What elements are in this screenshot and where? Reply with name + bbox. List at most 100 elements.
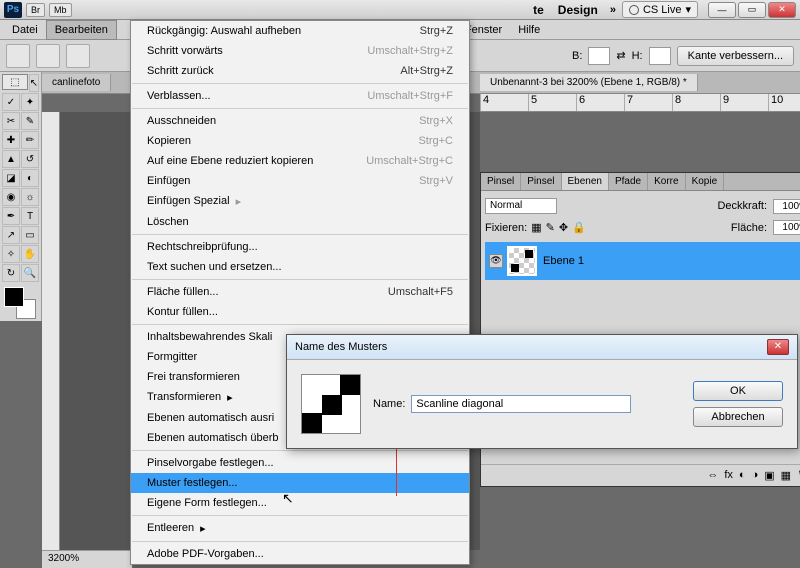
gradient-tool[interactable]: ◐ (21, 169, 39, 187)
dialog-close-button[interactable]: ✕ (767, 339, 789, 355)
menu-pdf-presets[interactable]: Adobe PDF-Vorgaben... (131, 544, 469, 564)
doc-tab-1[interactable]: canlinefoto (42, 74, 111, 91)
mask-icon[interactable]: ◐ (739, 469, 746, 482)
zoom-status[interactable]: 3200% (42, 550, 132, 568)
eraser-tool[interactable]: ◪ (2, 169, 20, 187)
visibility-icon[interactable]: 👁 (489, 254, 503, 268)
swap-icon[interactable]: ⇄ (616, 49, 625, 62)
menu-delete[interactable]: Löschen (131, 212, 469, 232)
height-input[interactable] (649, 47, 671, 65)
more-workspaces[interactable]: » (606, 4, 620, 16)
layers-panel-footer: ⇔ fx ◐ ◑ ▣ ▦ 🗑 (481, 464, 800, 486)
minimize-button[interactable]: — (708, 2, 736, 18)
zoom-tool[interactable]: 🔍 (21, 264, 39, 282)
tab-paths[interactable]: Pfade (609, 173, 648, 190)
cancel-button[interactable]: Abbrechen (693, 407, 783, 427)
dialog-title: Name des Musters (295, 341, 387, 353)
menu-help[interactable]: Hilfe (510, 21, 548, 39)
history-brush-tool[interactable]: ↺ (21, 150, 39, 168)
wand-tool[interactable]: ✦ (21, 93, 39, 111)
tab-brush2[interactable]: Pinsel (521, 173, 561, 190)
shape-tool[interactable]: ▭ (21, 226, 39, 244)
group-icon[interactable]: ▣ (764, 469, 774, 482)
menu-step-backward[interactable]: Schritt zurückAlt+Strg+Z (131, 61, 469, 81)
crop-tool[interactable]: ✂ (2, 112, 20, 130)
pattern-name-input[interactable] (411, 395, 631, 413)
tool-preset-icon[interactable] (6, 44, 30, 68)
menu-purge[interactable]: Entleeren (131, 518, 469, 539)
doc-tab-2[interactable]: Unbenannt-3 bei 3200% (Ebene 1, RGB/8) * (480, 74, 698, 91)
ruler-horizontal: 45678910 (480, 94, 800, 112)
type-tool[interactable]: T (21, 207, 39, 225)
workspace-design[interactable]: Design (552, 3, 604, 17)
lasso-tool[interactable]: ✓ (2, 93, 20, 111)
refine-edge-button[interactable]: Kante verbessern... (677, 46, 794, 66)
bridge-button[interactable]: Br (26, 3, 45, 17)
tab-brush1[interactable]: Pinsel (481, 173, 521, 190)
layer-name[interactable]: Ebene 1 (543, 255, 584, 267)
width-input[interactable] (588, 47, 610, 65)
move-tool[interactable]: ↖ (29, 74, 39, 92)
color-swatches[interactable] (4, 287, 36, 319)
lock-position-icon[interactable]: ✥ (559, 221, 568, 234)
fill-label: Fläche: (731, 222, 767, 234)
menu-edit[interactable]: Bearbeiten (46, 20, 117, 40)
menu-file[interactable]: Datei (4, 21, 46, 39)
blur-tool[interactable]: ◉ (2, 188, 20, 206)
link-icon[interactable]: ⇔ (707, 469, 718, 482)
path-tool[interactable]: ↗ (2, 226, 20, 244)
selection-mode-icon[interactable] (36, 44, 60, 68)
dialog-titlebar[interactable]: Name des Musters ✕ (287, 335, 797, 360)
lock-all-icon[interactable]: 🔒 (572, 221, 586, 234)
menu-define-brush[interactable]: Pinselvorgabe festlegen... (131, 453, 469, 473)
fx-icon[interactable]: fx (724, 469, 733, 482)
cslive-icon (629, 5, 639, 15)
rotate-tool[interactable]: ↻ (2, 264, 20, 282)
minibridge-button[interactable]: Mb (49, 3, 72, 17)
brush-tool[interactable]: ✏ (21, 131, 39, 149)
maximize-button[interactable]: ▭ (738, 2, 766, 18)
opacity-input[interactable]: 100% (773, 199, 800, 214)
menu-fill[interactable]: Fläche füllen...Umschalt+F5 (131, 282, 469, 302)
menu-define-shape[interactable]: Eigene Form festlegen... (131, 493, 469, 513)
menu-copy-merged[interactable]: Auf eine Ebene reduziert kopierenUmschal… (131, 151, 469, 171)
menu-fade[interactable]: Verblassen...Umschalt+Strg+F (131, 86, 469, 106)
close-button[interactable]: ✕ (768, 2, 796, 18)
height-label: H: (632, 50, 643, 62)
workspace-cut[interactable]: te (527, 3, 550, 17)
menu-copy[interactable]: KopierenStrg+C (131, 131, 469, 151)
stamp-tool[interactable]: ▲ (2, 150, 20, 168)
fill-input[interactable]: 100% (773, 220, 800, 235)
lock-pixels-icon[interactable]: ✎ (546, 221, 555, 234)
menu-paste-special[interactable]: Einfügen Spezial (131, 191, 469, 212)
photoshop-icon: Ps (4, 2, 22, 18)
heal-tool[interactable]: ✚ (2, 131, 20, 149)
menu-define-pattern[interactable]: Muster festlegen... (131, 473, 469, 493)
3d-tool[interactable]: ✧ (2, 245, 20, 263)
layer-item-1[interactable]: 👁 Ebene 1 (485, 242, 800, 280)
cslive-button[interactable]: CS Live▾ (622, 1, 698, 18)
tab-layers[interactable]: Ebenen (562, 173, 609, 190)
tab-corrections[interactable]: Korre (648, 173, 685, 190)
blend-mode-select[interactable]: Normal (485, 198, 557, 214)
menu-cut[interactable]: AusschneidenStrg+X (131, 111, 469, 131)
eyedropper-tool[interactable]: ✎ (21, 112, 39, 130)
marquee-tool[interactable]: ⬚ (2, 74, 28, 90)
pen-tool[interactable]: ✒ (2, 207, 20, 225)
menu-step-forward[interactable]: Schritt vorwärtsUmschalt+Strg+Z (131, 41, 469, 61)
dodge-tool[interactable]: ☼ (21, 188, 39, 206)
foreground-color[interactable] (4, 287, 24, 307)
layer-thumbnail[interactable] (507, 246, 537, 276)
tab-copy[interactable]: Kopie (686, 173, 725, 190)
menu-paste[interactable]: EinfügenStrg+V (131, 171, 469, 191)
menu-stroke[interactable]: Kontur füllen... (131, 302, 469, 322)
hand-tool[interactable]: ✋ (21, 245, 39, 263)
ok-button[interactable]: OK (693, 381, 783, 401)
menu-find-replace[interactable]: Text suchen und ersetzen... (131, 257, 469, 277)
selection-mode2-icon[interactable] (66, 44, 90, 68)
menu-spellcheck[interactable]: Rechtschreibprüfung... (131, 237, 469, 257)
lock-transparency-icon[interactable]: ▦ (531, 221, 541, 234)
menu-undo[interactable]: Rückgängig: Auswahl aufhebenStrg+Z (131, 21, 469, 41)
adjustment-icon[interactable]: ◑ (752, 469, 759, 482)
new-layer-icon[interactable]: ▦ (781, 469, 791, 482)
